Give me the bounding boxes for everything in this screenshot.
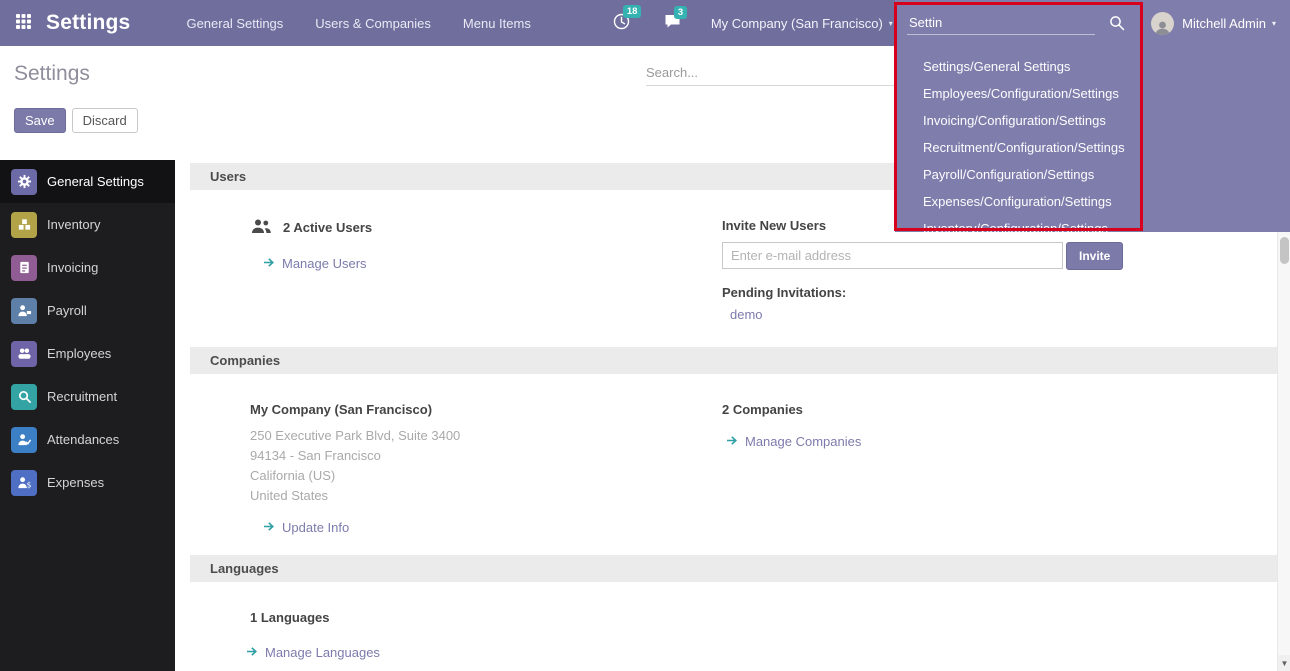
- sidebar-item-expenses[interactable]: $ Expenses: [0, 461, 175, 504]
- sidebar-item-label: Attendances: [47, 432, 119, 447]
- apps-menu-button[interactable]: [0, 0, 46, 46]
- manage-users-link[interactable]: Manage Users: [263, 256, 367, 271]
- user-name: Mitchell Admin: [1182, 16, 1266, 31]
- save-button[interactable]: Save: [14, 108, 66, 133]
- invite-email-input[interactable]: [722, 242, 1063, 269]
- menu-item-general-settings[interactable]: General Settings: [170, 0, 299, 46]
- sidebar-item-label: Payroll: [47, 303, 87, 318]
- settings-sidebar: General Settings Inventory Invoicing Pay…: [0, 160, 175, 671]
- menu-search-results: Settings/General Settings Employees/Conf…: [895, 46, 1290, 242]
- sidebar-item-label: General Settings: [47, 174, 144, 189]
- vertical-scrollbar[interactable]: ▼: [1277, 232, 1290, 671]
- sidebar-item-label: Recruitment: [47, 389, 117, 404]
- address-line: United States: [250, 486, 722, 506]
- chevron-down-icon: ▾: [889, 19, 893, 28]
- sidebar-item-payroll[interactable]: Payroll: [0, 289, 175, 332]
- chevron-down-icon: ▾: [1272, 19, 1276, 28]
- arrow-right-icon: [246, 645, 258, 660]
- pending-invitations-label: Pending Invitations:: [722, 285, 1277, 300]
- messages-button[interactable]: 3: [664, 14, 681, 32]
- avatar: [1151, 12, 1174, 35]
- section-title: Users: [210, 169, 246, 184]
- search-result-item[interactable]: Settings/General Settings: [895, 53, 1290, 80]
- company-switcher-label: My Company (San Francisco): [711, 16, 883, 31]
- active-users-label: 2 Active Users: [283, 220, 372, 235]
- search-icon[interactable]: [1109, 15, 1125, 31]
- apps-grid-icon: [16, 14, 31, 32]
- expenses-icon: $: [11, 470, 37, 496]
- manage-companies-link[interactable]: Manage Companies: [726, 434, 861, 449]
- invite-button[interactable]: Invite: [1066, 242, 1123, 270]
- sidebar-item-invoicing[interactable]: Invoicing: [0, 246, 175, 289]
- section-header-companies: Companies: [190, 347, 1277, 374]
- svg-text:$: $: [26, 481, 31, 490]
- search-result-item[interactable]: Employees/Configuration/Settings: [895, 80, 1290, 107]
- search-result-item[interactable]: Invoicing/Configuration/Settings: [895, 107, 1290, 134]
- sidebar-item-attendances[interactable]: Attendances: [0, 418, 175, 461]
- user-menu[interactable]: Mitchell Admin ▾: [1151, 0, 1290, 46]
- arrow-right-icon: [263, 256, 275, 271]
- search-result-item[interactable]: Inventory/Configuration/Settings: [895, 215, 1290, 242]
- activities-button[interactable]: 18: [613, 13, 630, 33]
- recruitment-icon: [11, 384, 37, 410]
- menu-item-users-companies[interactable]: Users & Companies: [299, 0, 447, 46]
- sidebar-item-inventory[interactable]: Inventory: [0, 203, 175, 246]
- languages-section-row: 1 Languages Manage Languages: [175, 582, 1277, 671]
- sidebar-item-general-settings[interactable]: General Settings: [0, 160, 175, 203]
- sidebar-item-employees[interactable]: Employees: [0, 332, 175, 375]
- update-info-label: Update Info: [282, 520, 349, 535]
- activity-count-badge: 18: [623, 5, 642, 18]
- invoice-icon: [11, 255, 37, 281]
- employees-icon: [11, 341, 37, 367]
- manage-companies-label: Manage Companies: [745, 434, 861, 449]
- update-info-link[interactable]: Update Info: [263, 520, 349, 535]
- manage-languages-link[interactable]: Manage Languages: [246, 645, 380, 660]
- sidebar-item-label: Inventory: [47, 217, 100, 232]
- sidebar-item-recruitment[interactable]: Recruitment: [0, 375, 175, 418]
- manage-languages-label: Manage Languages: [265, 645, 380, 660]
- search-result-item[interactable]: Expenses/Configuration/Settings: [895, 188, 1290, 215]
- languages-count: 1 Languages: [250, 610, 722, 625]
- address-line: 250 Executive Park Blvd, Suite 3400: [250, 426, 722, 446]
- section-title: Languages: [210, 561, 279, 576]
- form-buttons: Save Discard: [14, 108, 138, 133]
- active-users-stat: 2 Active Users: [250, 218, 722, 237]
- message-count-badge: 3: [674, 6, 687, 19]
- companies-section-row: My Company (San Francisco) 250 Executive…: [175, 374, 1277, 552]
- companies-count: 2 Companies: [722, 402, 1277, 417]
- page-title: Settings: [14, 62, 90, 86]
- app-menu: General Settings Users & Companies Menu …: [170, 0, 546, 46]
- company-switcher[interactable]: My Company (San Francisco) ▾: [711, 16, 893, 31]
- menu-search-input[interactable]: [907, 11, 1095, 35]
- address-line: California (US): [250, 466, 722, 486]
- scroll-down-arrow[interactable]: ▼: [1278, 655, 1290, 671]
- arrow-right-icon: [263, 520, 275, 535]
- section-title: Companies: [210, 353, 280, 368]
- search-result-item[interactable]: Payroll/Configuration/Settings: [895, 161, 1290, 188]
- company-address: 250 Executive Park Blvd, Suite 3400 9413…: [250, 426, 722, 506]
- search-result-item[interactable]: Recruitment/Configuration/Settings: [895, 134, 1290, 161]
- manage-users-label: Manage Users: [282, 256, 367, 271]
- invite-row: Invite: [722, 242, 1277, 270]
- discard-button[interactable]: Discard: [72, 108, 138, 133]
- menu-item-menu-items[interactable]: Menu Items: [447, 0, 547, 46]
- attendance-icon: [11, 427, 37, 453]
- gear-icon: [11, 169, 37, 195]
- app-title[interactable]: Settings: [46, 11, 130, 35]
- payroll-icon: [11, 298, 37, 324]
- company-name: My Company (San Francisco): [250, 402, 722, 417]
- arrow-right-icon: [726, 434, 738, 449]
- sidebar-item-label: Employees: [47, 346, 111, 361]
- users-group-icon: [250, 218, 272, 237]
- sidebar-item-label: Invoicing: [47, 260, 98, 275]
- address-line: 94134 - San Francisco: [250, 446, 722, 466]
- pending-user-link[interactable]: demo: [730, 307, 763, 322]
- sidebar-item-label: Expenses: [47, 475, 104, 490]
- section-header-languages: Languages: [190, 555, 1277, 582]
- boxes-icon: [11, 212, 37, 238]
